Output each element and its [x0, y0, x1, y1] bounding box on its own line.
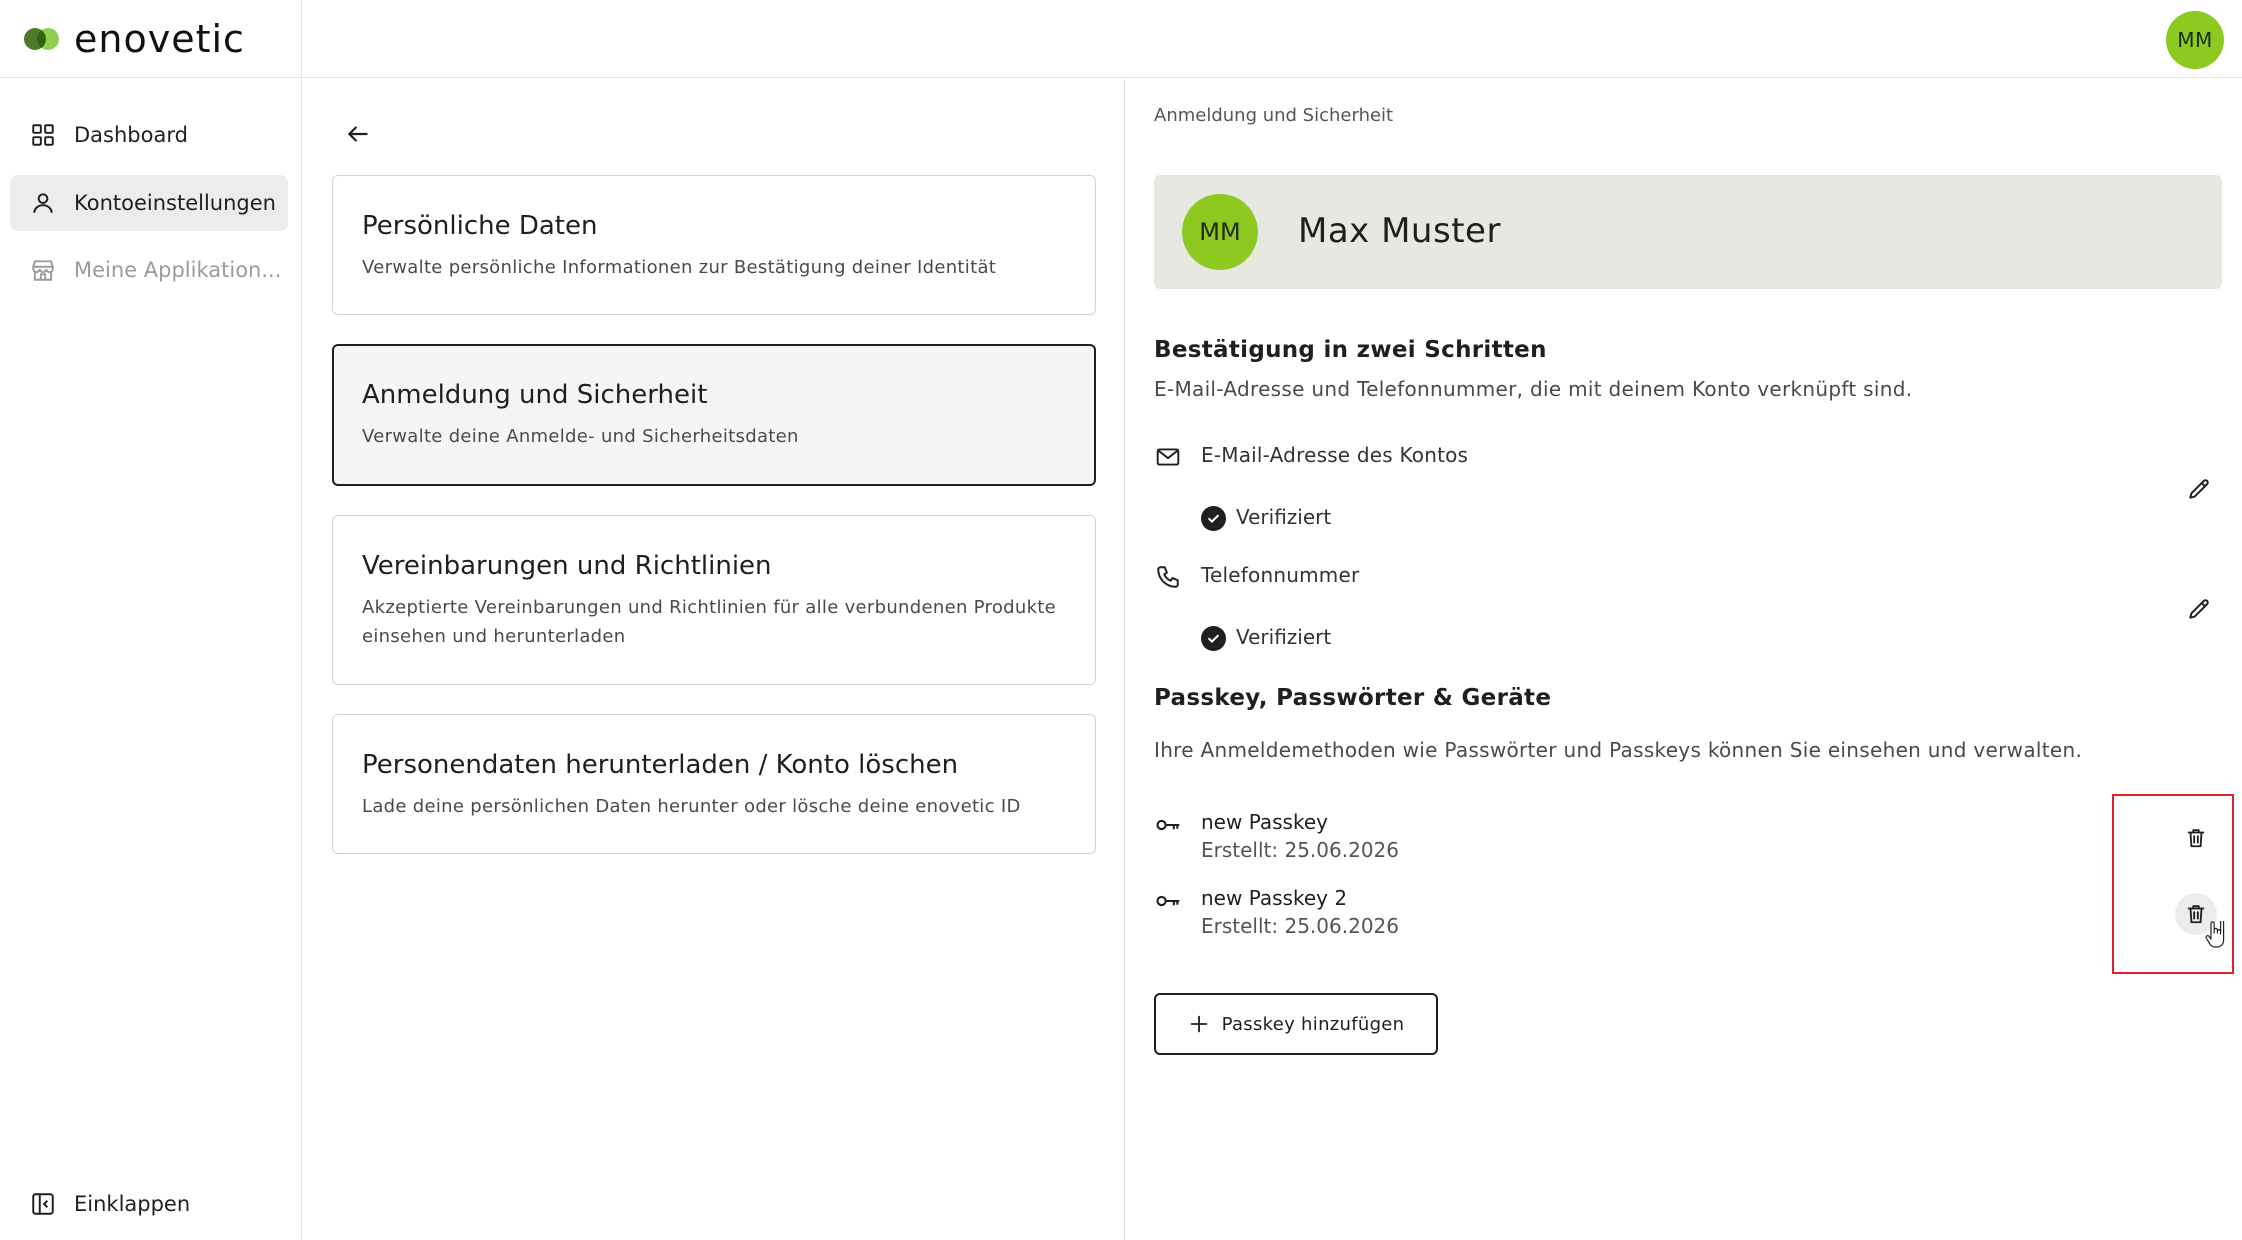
email-verified-status: Verifiziert — [1236, 505, 1332, 529]
settings-card-login-security[interactable]: Anmeldung und Sicherheit Verwalte deine … — [332, 344, 1096, 486]
sidebar: enovetic Dashboard Kontoeinstellungen Me… — [0, 0, 302, 1240]
edit-email-button[interactable] — [2182, 472, 2216, 506]
card-description: Verwalte persönliche Informationen zur B… — [362, 257, 997, 278]
card-title: Anmeldung und Sicherheit — [362, 380, 708, 410]
card-title: Vereinbarungen und Richtlinien — [362, 551, 772, 581]
add-passkey-label: Passkey hinzufügen — [1221, 1013, 1405, 1035]
passkey-created: Erstellt: 25.06.2026 — [1201, 914, 1399, 938]
edit-phone-button[interactable] — [2182, 592, 2216, 626]
profile-name: Max Muster — [1298, 211, 1501, 251]
passkey-name: new Passkey — [1201, 810, 1328, 834]
verified-check-icon — [1201, 626, 1226, 651]
pencil-icon — [2189, 599, 2209, 619]
sidebar-item-label: Kontoeinstellungen — [74, 191, 276, 215]
brand-name: enovetic — [74, 17, 245, 61]
back-button[interactable] — [339, 115, 377, 153]
user-icon — [33, 193, 53, 213]
two-step-title: Bestätigung in zwei Schritten — [1154, 337, 1547, 363]
plus-icon — [1190, 1015, 1207, 1033]
user-avatar[interactable]: MM — [2166, 11, 2224, 69]
settings-navigation: Persönliche Daten Verwalte persönliche I… — [303, 79, 1125, 1240]
pencil-icon — [2189, 479, 2209, 499]
key-icon — [1154, 811, 1182, 839]
top-bar: MM — [302, 0, 2242, 78]
mail-icon — [1154, 443, 1182, 471]
card-title: Personendaten herunterladen / Konto lösc… — [362, 750, 959, 780]
phone-verified-status: Verifiziert — [1236, 625, 1332, 649]
sidebar-collapse-icon — [32, 1193, 54, 1215]
two-step-description: E-Mail-Adresse und Telefonnummer, die mi… — [1154, 377, 1913, 401]
sidebar-item-applications[interactable]: Meine Applikation... — [10, 242, 288, 298]
passkey-created: Erstellt: 25.06.2026 — [1201, 838, 1399, 862]
detail-panel: Anmeldung und Sicherheit MM Max Muster B… — [1127, 79, 2242, 1240]
card-title: Persönliche Daten — [362, 211, 598, 241]
passkeys-description: Ihre Anmeldemethoden wie Passwörter und … — [1154, 738, 2083, 762]
sidebar-item-label: Meine Applikation... — [74, 258, 282, 282]
key-icon — [1154, 887, 1182, 915]
profile-avatar: MM — [1182, 194, 1258, 270]
email-label: E-Mail-Adresse des Kontos — [1201, 443, 1469, 467]
add-passkey-button[interactable]: Passkey hinzufügen — [1154, 993, 1438, 1055]
store-icon — [32, 260, 54, 281]
verified-check-icon — [1201, 506, 1226, 531]
collapse-label: Einklappen — [74, 1192, 191, 1216]
settings-card-download-delete[interactable]: Personendaten herunterladen / Konto lösc… — [332, 714, 1096, 854]
hand-cursor-icon — [2205, 921, 2225, 948]
settings-card-personal-data[interactable]: Persönliche Daten Verwalte persönliche I… — [332, 175, 1096, 315]
sidebar-item-label: Dashboard — [74, 123, 188, 147]
passkey-name: new Passkey 2 — [1201, 886, 1348, 910]
collapse-sidebar-button[interactable]: Einklappen — [10, 1176, 288, 1232]
card-description: Verwalte deine Anmelde- und Sicherheitsd… — [362, 426, 799, 447]
passkeys-title: Passkey, Passwörter & Geräte — [1154, 685, 1552, 711]
sidebar-item-dashboard[interactable]: Dashboard — [10, 107, 288, 163]
sidebar-item-kontoeinstellungen[interactable]: Kontoeinstellungen — [10, 175, 288, 231]
grid-icon — [32, 124, 54, 146]
card-description: Lade deine persönlichen Daten herunter o… — [362, 796, 1021, 817]
profile-header: MM Max Muster — [1154, 175, 2222, 289]
phone-label: Telefonnummer — [1201, 563, 1360, 587]
arrow-left-icon — [348, 126, 368, 142]
settings-card-agreements[interactable]: Vereinbarungen und Richtlinien Akzeptier… — [332, 515, 1096, 685]
brand-logo[interactable]: enovetic — [24, 20, 245, 58]
logo-icon — [24, 26, 62, 52]
breadcrumb: Anmeldung und Sicherheit — [1154, 105, 1394, 126]
phone-icon — [1154, 563, 1182, 591]
card-description: Akzeptierte Vereinbarungen und Richtlini… — [362, 597, 1057, 647]
